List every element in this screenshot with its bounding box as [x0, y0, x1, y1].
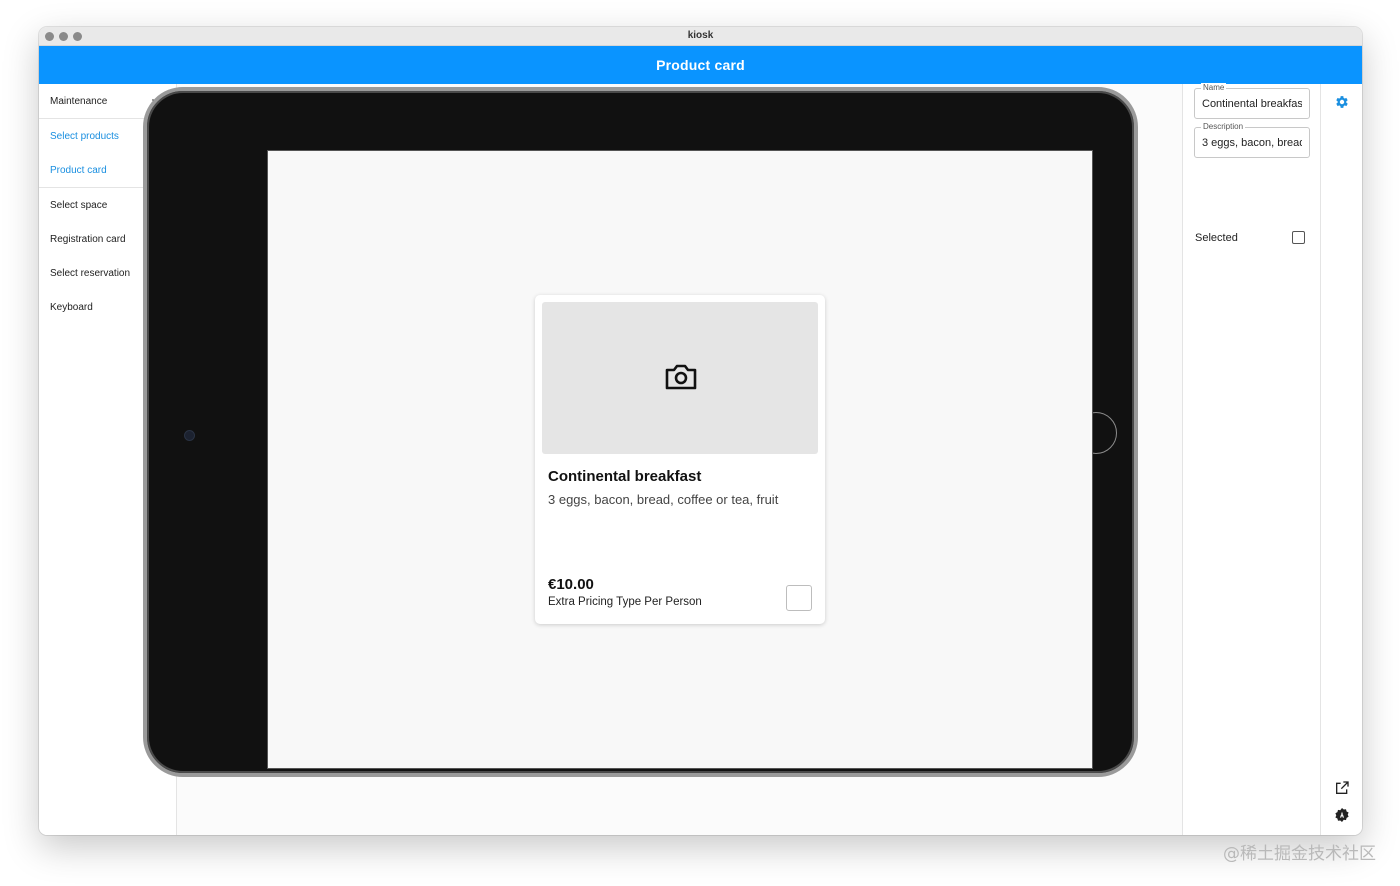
accessibility-badge-icon[interactable]: [1334, 807, 1350, 823]
sidebar-item-label: Keyboard: [50, 301, 93, 313]
name-input[interactable]: [1202, 96, 1302, 111]
product-description: 3 eggs, bacon, bread, coffee or tea, fru…: [548, 492, 779, 507]
name-field[interactable]: Name: [1194, 83, 1310, 119]
product-image-placeholder: [542, 302, 818, 454]
tool-rail: [1320, 84, 1362, 835]
sidebar-item-label: Select products: [50, 130, 119, 142]
sidebar-item-label: Registration card: [50, 233, 126, 245]
title-bar: kiosk: [39, 27, 1362, 46]
sidebar-item-label: Select space: [50, 199, 108, 211]
product-select-checkbox[interactable]: [786, 585, 812, 611]
description-field[interactable]: Description: [1194, 122, 1310, 158]
app-bar-title: Product card: [39, 46, 1362, 84]
sidebar-item-label: Select reservation: [50, 267, 131, 279]
watermark-text: @稀土掘金技术社区: [1223, 844, 1376, 864]
selected-checkbox[interactable]: [1292, 231, 1305, 244]
window-title: kiosk: [687, 30, 714, 41]
camera-icon: [665, 364, 697, 390]
open-external-icon[interactable]: [1334, 780, 1350, 796]
product-card[interactable]: Continental breakfast 3 eggs, bacon, bre…: [535, 295, 825, 624]
selected-label: Selected: [1195, 232, 1238, 244]
description-field-label: Description: [1201, 122, 1246, 132]
settings-gear-icon[interactable]: [1334, 94, 1350, 110]
product-title: Continental breakfast: [548, 468, 702, 485]
description-input[interactable]: [1202, 135, 1302, 150]
product-price: €10.00: [548, 576, 594, 593]
sidebar-item-label: Maintenance: [50, 95, 108, 107]
tablet-camera: [184, 430, 195, 441]
name-field-label: Name: [1201, 83, 1227, 93]
properties-panel: Name Description Selected: [1182, 83, 1320, 835]
product-pricing-type: Extra Pricing Type Per Person: [548, 596, 702, 608]
